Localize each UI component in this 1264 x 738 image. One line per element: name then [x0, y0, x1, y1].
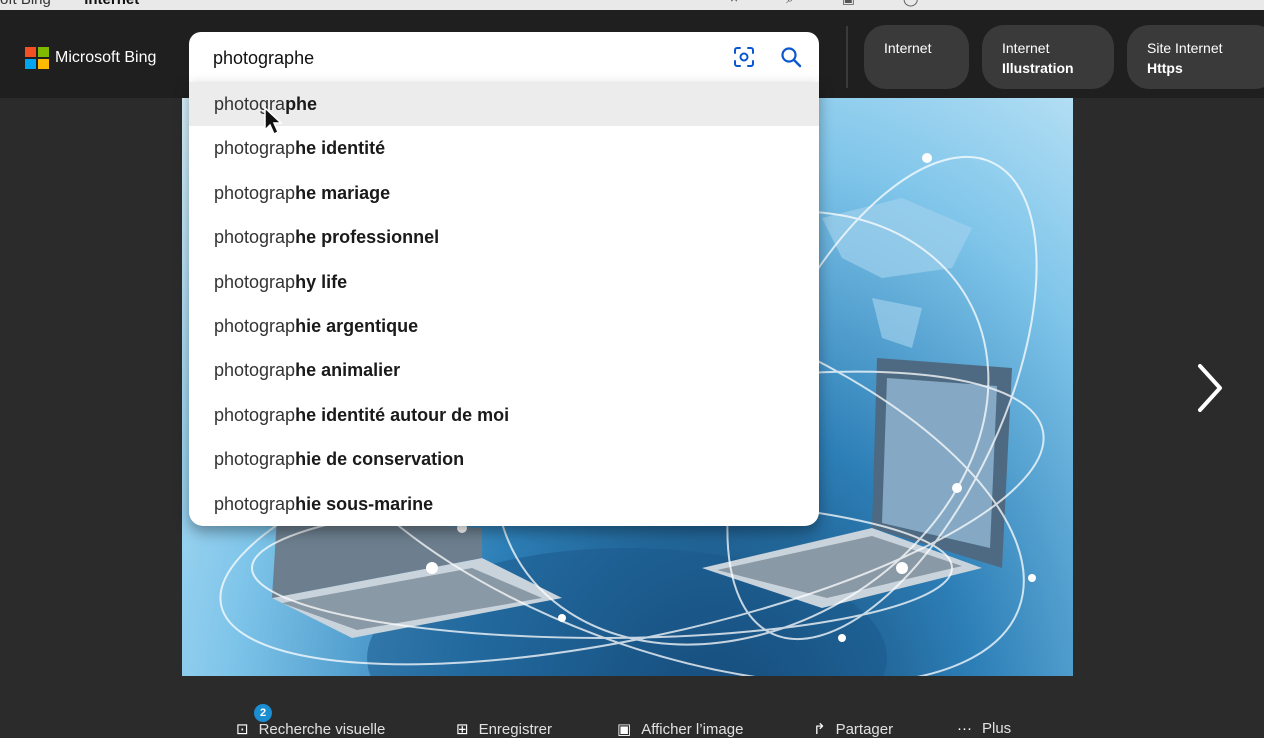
suggestion-typed: photograp	[214, 404, 296, 425]
logo-text: Microsoft Bing	[55, 49, 157, 66]
chip-label: Internet	[884, 40, 932, 56]
share-label: Partager	[835, 720, 894, 738]
more-icon: ···	[957, 720, 972, 737]
suggestion-completion: he mariage	[295, 182, 391, 203]
chip-label: Internet	[1002, 40, 1050, 56]
save-button[interactable]: ⊞ Enregistrer	[456, 720, 552, 738]
view-image-button[interactable]: ▣ Afficher l’image	[617, 720, 743, 738]
view-image-label: Afficher l’image	[641, 720, 744, 738]
suggestion-typed: photograp	[214, 227, 296, 248]
save-icon: ⊞	[456, 721, 469, 738]
suggestion-completion: hie argentique	[295, 315, 419, 336]
suggestion-typed: photograp	[214, 271, 296, 292]
search-icon[interactable]	[779, 45, 803, 69]
suggestion-item[interactable]: photographe animalier	[189, 348, 819, 392]
mouse-pointer-icon	[264, 106, 283, 136]
autosuggest-dropdown: photographe photographe identité photogr…	[189, 82, 819, 526]
suggestion-completion: hie sous-marine	[295, 493, 434, 514]
suggestion-typed: photograp	[214, 182, 296, 203]
suggestion-typed: photograp	[214, 138, 296, 159]
suggestion-completion: he identité autour de moi	[295, 404, 510, 425]
visual-search-badge: 2	[254, 704, 272, 722]
suggestion-completion: he animalier	[295, 360, 401, 381]
next-image-arrow[interactable]	[1192, 360, 1228, 416]
more-label: Plus	[982, 720, 1012, 737]
browser-tab-strip: oft Bing internet × ⌕ ▣ ◯	[0, 0, 1264, 10]
image-action-bar: ⊡ Recherche visuelle ⊞ Enregistrer ▣ Aff…	[0, 690, 1264, 738]
tab-title[interactable]: oft Bing internet	[0, 0, 139, 8]
suggestion-completion: phe	[285, 94, 318, 114]
suggestion-item[interactable]: photography life	[189, 260, 819, 304]
visual-search-button[interactable]: ⊡ Recherche visuelle	[236, 720, 385, 738]
suggestion-completion: he identité	[295, 138, 386, 159]
share-button[interactable]: ↱ Partager	[813, 720, 893, 738]
related-chip-site-internet-https[interactable]: Site Internet Https	[1127, 25, 1264, 89]
microsoft-logo-icon	[25, 47, 49, 69]
visual-search-icon[interactable]	[732, 45, 756, 69]
suggestion-item[interactable]: photographe identité autour de moi	[189, 393, 819, 437]
visual-search-label: Recherche visuelle	[258, 720, 386, 738]
image-icon: ▣	[617, 721, 632, 738]
tab-icons: × ⌕ ▣ ◯	[730, 0, 941, 7]
suggestion-item[interactable]: photographie sous-marine	[189, 482, 819, 526]
suggestion-typed: photograp	[214, 493, 296, 514]
chip-sublabel: Illustration	[1002, 60, 1074, 76]
suggestion-item[interactable]: photographie de conservation	[189, 437, 819, 481]
related-chip-internet[interactable]: Internet	[864, 25, 969, 89]
bing-logo[interactable]: Microsoft Bing	[25, 47, 156, 69]
save-label: Enregistrer	[478, 720, 552, 738]
suggestion-completion: he professionnel	[295, 227, 440, 248]
suggestion-completion: hie de conservation	[295, 449, 465, 470]
search-box[interactable]: photographe	[189, 32, 819, 82]
chip-label: Site Internet	[1147, 40, 1223, 56]
share-icon: ↱	[813, 721, 826, 738]
suggestion-completion: hy life	[295, 271, 348, 292]
suggestion-item[interactable]: photographe mariage	[189, 171, 819, 215]
suggestion-typed: photograp	[214, 449, 296, 470]
suggestion-typed: photograp	[214, 315, 296, 336]
visual-search-icon: ⊡	[236, 721, 249, 738]
suggestion-item[interactable]: photographie argentique	[189, 304, 819, 348]
header-divider	[846, 26, 848, 88]
suggestion-item[interactable]: photographe professionnel	[189, 215, 819, 259]
chip-sublabel: Https	[1147, 60, 1183, 76]
related-chip-internet-illustration[interactable]: Internet Illustration	[982, 25, 1114, 89]
more-button[interactable]: ··· Plus	[957, 720, 1011, 737]
suggestion-typed: photograp	[214, 360, 296, 381]
search-input[interactable]: photographe	[213, 48, 314, 69]
